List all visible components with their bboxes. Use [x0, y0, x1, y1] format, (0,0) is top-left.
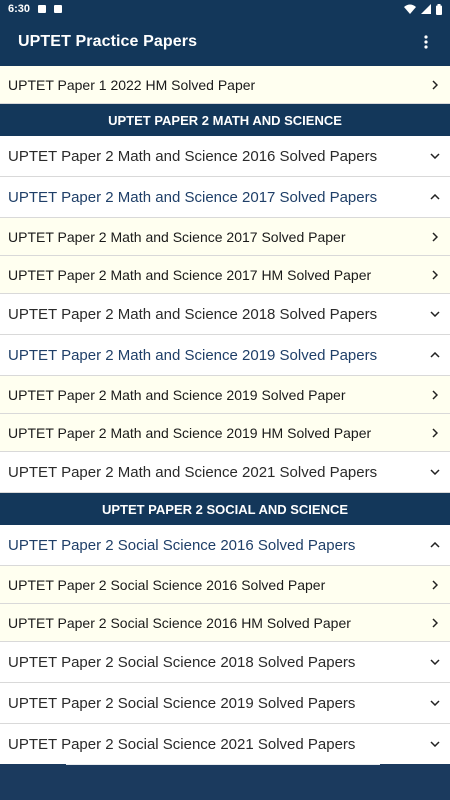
paper-group-item[interactable]: UPTET Paper 2 Social Science 2019 Solved…: [0, 683, 450, 724]
overflow-menu-button[interactable]: [414, 30, 438, 54]
status-time: 6:30: [8, 3, 31, 15]
chevron-down-icon: [428, 307, 442, 321]
app-title: UPTET Practice Papers: [18, 33, 198, 50]
row-label: UPTET Paper 2 Math and Science 2019 Solv…: [8, 346, 378, 364]
paper-group-item[interactable]: UPTET Paper 2 Math and Science 2018 Solv…: [0, 294, 450, 335]
paper-list-item[interactable]: UPTET Paper 2 Math and Science 2019 Solv…: [0, 376, 450, 414]
paper-group-item[interactable]: UPTET Paper 2 Social Science 2021 Solved…: [0, 724, 450, 764]
row-label: UPTET Paper 2 Social Science 2016 HM Sol…: [8, 614, 351, 631]
row-label: UPTET Paper 2 Math and Science 2018 Solv…: [8, 305, 378, 323]
row-label: UPTET Paper 2 Social Science 2018 Solved…: [8, 653, 356, 671]
more-vert-icon: [424, 35, 428, 49]
paper-list-item[interactable]: UPTET Paper 2 Math and Science 2017 Solv…: [0, 218, 450, 256]
paper-group-item[interactable]: UPTET Paper 2 Math and Science 2019 Solv…: [0, 335, 450, 376]
chevron-down-icon: [428, 696, 442, 710]
paper-list-item[interactable]: UPTET Paper 2 Social Science 2016 HM Sol…: [0, 604, 450, 642]
paper-group-item[interactable]: UPTET Paper 2 Math and Science 2016 Solv…: [0, 136, 450, 177]
chevron-right-icon: [428, 268, 442, 282]
paper-group-item[interactable]: UPTET Paper 2 Math and Science 2017 Solv…: [0, 177, 450, 218]
row-label: UPTET Paper 2 Social Science 2021 Solved…: [8, 735, 356, 753]
chevron-down-icon: [428, 655, 442, 669]
status-right: [404, 3, 442, 15]
app-notification-icon: [54, 5, 63, 13]
section-header: UPTET PAPER 2 MATH AND SCIENCE: [0, 104, 450, 136]
row-label: UPTET Paper 2 Social Science 2016 Solved…: [8, 576, 326, 593]
chevron-right-icon: [428, 426, 442, 440]
row-label: UPTET Paper 2 Math and Science 2017 Solv…: [8, 188, 378, 206]
paper-group-item[interactable]: UPTET Paper 2 Social Science 2018 Solved…: [0, 642, 450, 683]
chevron-right-icon: [428, 78, 442, 92]
paper-group-item[interactable]: UPTET Paper 2 Math and Science 2021 Solv…: [0, 452, 450, 493]
chevron-up-icon: [428, 538, 442, 552]
paper-list-item[interactable]: UPTET Paper 2 Social Science 2016 Solved…: [0, 566, 450, 604]
row-label: UPTET Paper 1 2022 HM Solved Paper: [8, 76, 256, 93]
app-bar: UPTET Practice Papers: [0, 18, 450, 66]
row-label: UPTET Paper 2 Math and Science 2019 HM S…: [8, 424, 372, 441]
paper-list-item[interactable]: UPTET Paper 2 Math and Science 2019 HM S…: [0, 414, 450, 452]
bottom-navigation-bar: [0, 764, 450, 800]
section-header: UPTET PAPER 2 SOCIAL AND SCIENCE: [0, 493, 450, 525]
row-label: UPTET Paper 2 Social Science 2016 Solved…: [8, 536, 356, 554]
chevron-right-icon: [428, 578, 442, 592]
wifi-icon: [404, 4, 416, 14]
paper-list-item[interactable]: UPTET Paper 1 2022 HM Solved Paper: [0, 66, 450, 104]
chevron-down-icon: [428, 737, 442, 751]
chevron-right-icon: [428, 616, 442, 630]
status-bar: 6:30: [0, 0, 450, 18]
papers-list[interactable]: UPTET Paper 1 2022 HM Solved Paper UPTET …: [0, 66, 450, 764]
chevron-right-icon: [428, 230, 442, 244]
chevron-up-icon: [428, 190, 442, 204]
row-label: UPTET Paper 2 Math and Science 2017 Solv…: [8, 228, 346, 245]
chevron-down-icon: [428, 465, 442, 479]
home-indicator: [66, 764, 380, 765]
battery-icon: [436, 3, 442, 15]
image-notification-icon: [38, 5, 47, 13]
chevron-right-icon: [428, 388, 442, 402]
paper-group-item[interactable]: UPTET Paper 2 Social Science 2016 Solved…: [0, 525, 450, 566]
status-left: 6:30: [8, 3, 63, 15]
paper-list-item[interactable]: UPTET Paper 2 Math and Science 2017 HM S…: [0, 256, 450, 294]
row-label: UPTET Paper 2 Math and Science 2017 HM S…: [8, 266, 372, 283]
row-label: UPTET Paper 2 Math and Science 2021 Solv…: [8, 463, 378, 481]
row-label: UPTET Paper 2 Math and Science 2019 Solv…: [8, 386, 346, 403]
row-label: UPTET Paper 2 Math and Science 2016 Solv…: [8, 147, 378, 165]
chevron-up-icon: [428, 348, 442, 362]
row-label: UPTET Paper 2 Social Science 2019 Solved…: [8, 694, 356, 712]
chevron-down-icon: [428, 149, 442, 163]
signal-icon: [421, 4, 431, 14]
